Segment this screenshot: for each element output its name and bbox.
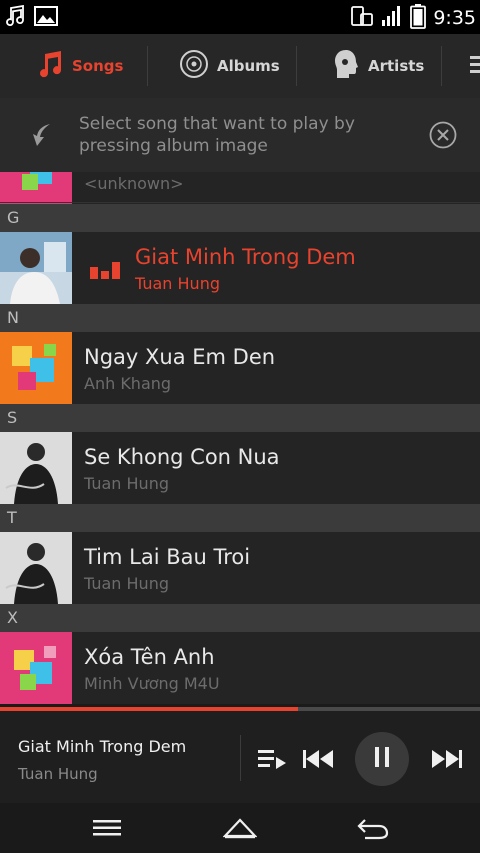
- now-playing-artist[interactable]: Tuan Hung: [18, 765, 98, 783]
- music-note-icon: [36, 49, 64, 83]
- album-art[interactable]: [0, 332, 72, 404]
- status-bar: 9:35: [0, 0, 480, 34]
- home-icon[interactable]: [215, 813, 265, 843]
- song-row[interactable]: Ngay Xua Em Den Anh Khang: [0, 332, 480, 404]
- song-title: Tim Lai Bau Troi: [84, 545, 251, 569]
- song-row[interactable]: Giat Minh Trong Dem Tuan Hung: [0, 232, 480, 304]
- phone-rotate-icon: [350, 4, 374, 32]
- section-header: N: [0, 304, 480, 332]
- back-icon[interactable]: [348, 813, 398, 843]
- more-tabs-icon[interactable]: [470, 56, 480, 78]
- song-artist: <unknown>: [84, 174, 184, 193]
- song-artist: Tuan Hung: [135, 274, 220, 293]
- back-arrow-icon: [30, 122, 52, 152]
- now-playing-equalizer-icon: [90, 259, 120, 283]
- menu-icon[interactable]: [82, 813, 132, 843]
- queue-icon[interactable]: [256, 747, 288, 771]
- section-header: S: [0, 404, 480, 432]
- tab-divider: [441, 46, 442, 86]
- song-row[interactable]: Tim Lai Bau Troi Tuan Hung: [0, 532, 480, 604]
- song-row[interactable]: Se Khong Con Nua Tuan Hung: [0, 432, 480, 504]
- music-note-icon: [4, 4, 26, 31]
- album-art[interactable]: [0, 172, 72, 204]
- song-artist: Minh Vương M4U: [84, 674, 220, 693]
- album-art[interactable]: [0, 232, 72, 304]
- disc-icon: [179, 49, 209, 83]
- navigation-bar: [0, 803, 480, 853]
- now-playing-bar: Giat Minh Trong Dem Tuan Hung: [0, 711, 480, 803]
- next-icon[interactable]: [430, 747, 464, 771]
- song-artist: Anh Khang: [84, 374, 172, 393]
- album-art[interactable]: [0, 632, 72, 704]
- section-header: X: [0, 604, 480, 632]
- artist-head-icon: [332, 48, 360, 84]
- song-title: Se Khong Con Nua: [84, 445, 280, 469]
- section-header: T: [0, 504, 480, 532]
- album-art[interactable]: [0, 532, 72, 604]
- tab-divider: [296, 46, 297, 86]
- pause-button[interactable]: [355, 732, 409, 786]
- song-row[interactable]: Xóa Tên Anh Minh Vương M4U: [0, 632, 480, 704]
- previous-icon[interactable]: [301, 747, 335, 771]
- tab-divider: [147, 46, 148, 86]
- now-playing-title[interactable]: Giat Minh Trong Dem: [18, 737, 186, 756]
- tab-bar: Songs Albums Artists: [0, 34, 480, 99]
- song-title: Giat Minh Trong Dem: [135, 245, 356, 269]
- tab-albums[interactable]: Albums: [179, 34, 280, 98]
- image-icon: [34, 5, 58, 31]
- signal-icon: [381, 4, 403, 32]
- tab-artists[interactable]: Artists: [332, 34, 424, 98]
- clock: 9:35: [433, 7, 476, 29]
- close-icon[interactable]: [429, 121, 457, 153]
- song-title: Ngay Xua Em Den: [84, 345, 276, 369]
- song-title: Xóa Tên Anh: [84, 645, 215, 669]
- tab-label: Albums: [217, 57, 280, 75]
- divider: [0, 202, 480, 203]
- hint-text: Select song that want to play by pressin…: [79, 114, 355, 156]
- song-list[interactable]: <unknown> G Giat Minh Trong Dem Tuan Hun…: [0, 172, 480, 707]
- pause-icon: [374, 747, 390, 771]
- album-art[interactable]: [0, 432, 72, 504]
- section-header: G: [0, 204, 480, 232]
- battery-icon: [410, 3, 427, 33]
- song-row[interactable]: <unknown>: [0, 172, 480, 204]
- tab-songs[interactable]: Songs: [36, 34, 123, 98]
- tab-label: Songs: [72, 57, 124, 75]
- tab-label: Artists: [368, 57, 425, 75]
- hint-banner: Select song that want to play by pressin…: [0, 98, 480, 172]
- divider: [240, 735, 241, 781]
- song-artist: Tuan Hung: [84, 474, 169, 493]
- song-artist: Tuan Hung: [84, 574, 169, 593]
